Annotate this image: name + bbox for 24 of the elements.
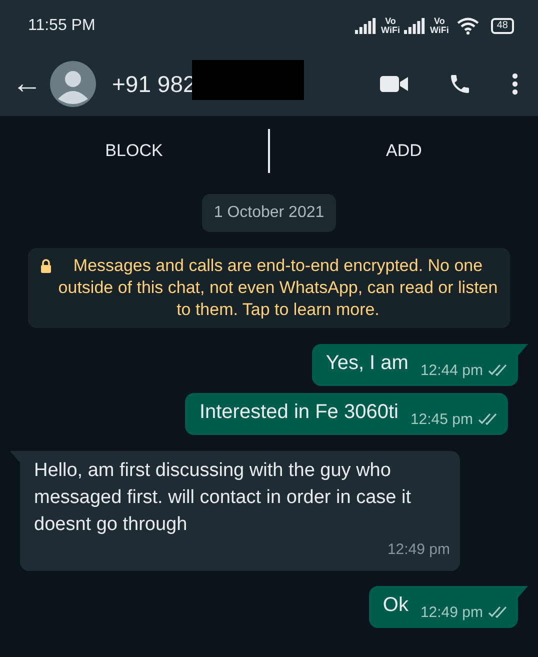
message-text: Yes, I am <box>326 352 408 374</box>
vowifi-label: Vo WiFi <box>430 17 449 35</box>
signal-icon <box>404 18 426 34</box>
message-text: Ok <box>382 594 408 616</box>
date-label: 1 October 2021 <box>202 194 336 232</box>
status-time: 11:55 PM <box>28 16 96 36</box>
message-time: 12:49 pm <box>386 540 450 560</box>
message-text: Interested in Fe 3060ti <box>199 401 398 423</box>
vowifi-label: Vo WiFi <box>381 17 400 35</box>
message-time: 12:45 pm <box>410 411 473 428</box>
notice-panel[interactable]: Messages and calls are end-to-end encrypted. No one outside of this chat, not even WhatsApp, can read or listen to them. Tap to learn more. <box>28 248 510 328</box>
more-options-icon[interactable] <box>512 72 518 96</box>
block-button[interactable]: BLOCK <box>0 116 268 186</box>
avatar-icon[interactable] <box>50 61 96 107</box>
signal-icon <box>355 18 378 34</box>
battery-indicator: 48 <box>490 18 514 34</box>
message-time: 12:44 pm <box>420 362 483 379</box>
lock-icon <box>40 259 52 273</box>
add-button[interactable]: ADD <box>270 116 538 186</box>
notice-text: Messages and calls are end-to-end encrypted. No one outside of this chat, not even WhatsApp, can read or listen to them. Tap to learn more. <box>58 255 498 321</box>
message-time: 12:49 pm <box>420 604 483 621</box>
back-button[interactable]: ← <box>8 69 46 99</box>
message-text: Hello, am first discussing with the guy who messaged first. will contact in order in case it doesnt go through <box>34 459 412 537</box>
wifi-icon <box>456 17 479 35</box>
